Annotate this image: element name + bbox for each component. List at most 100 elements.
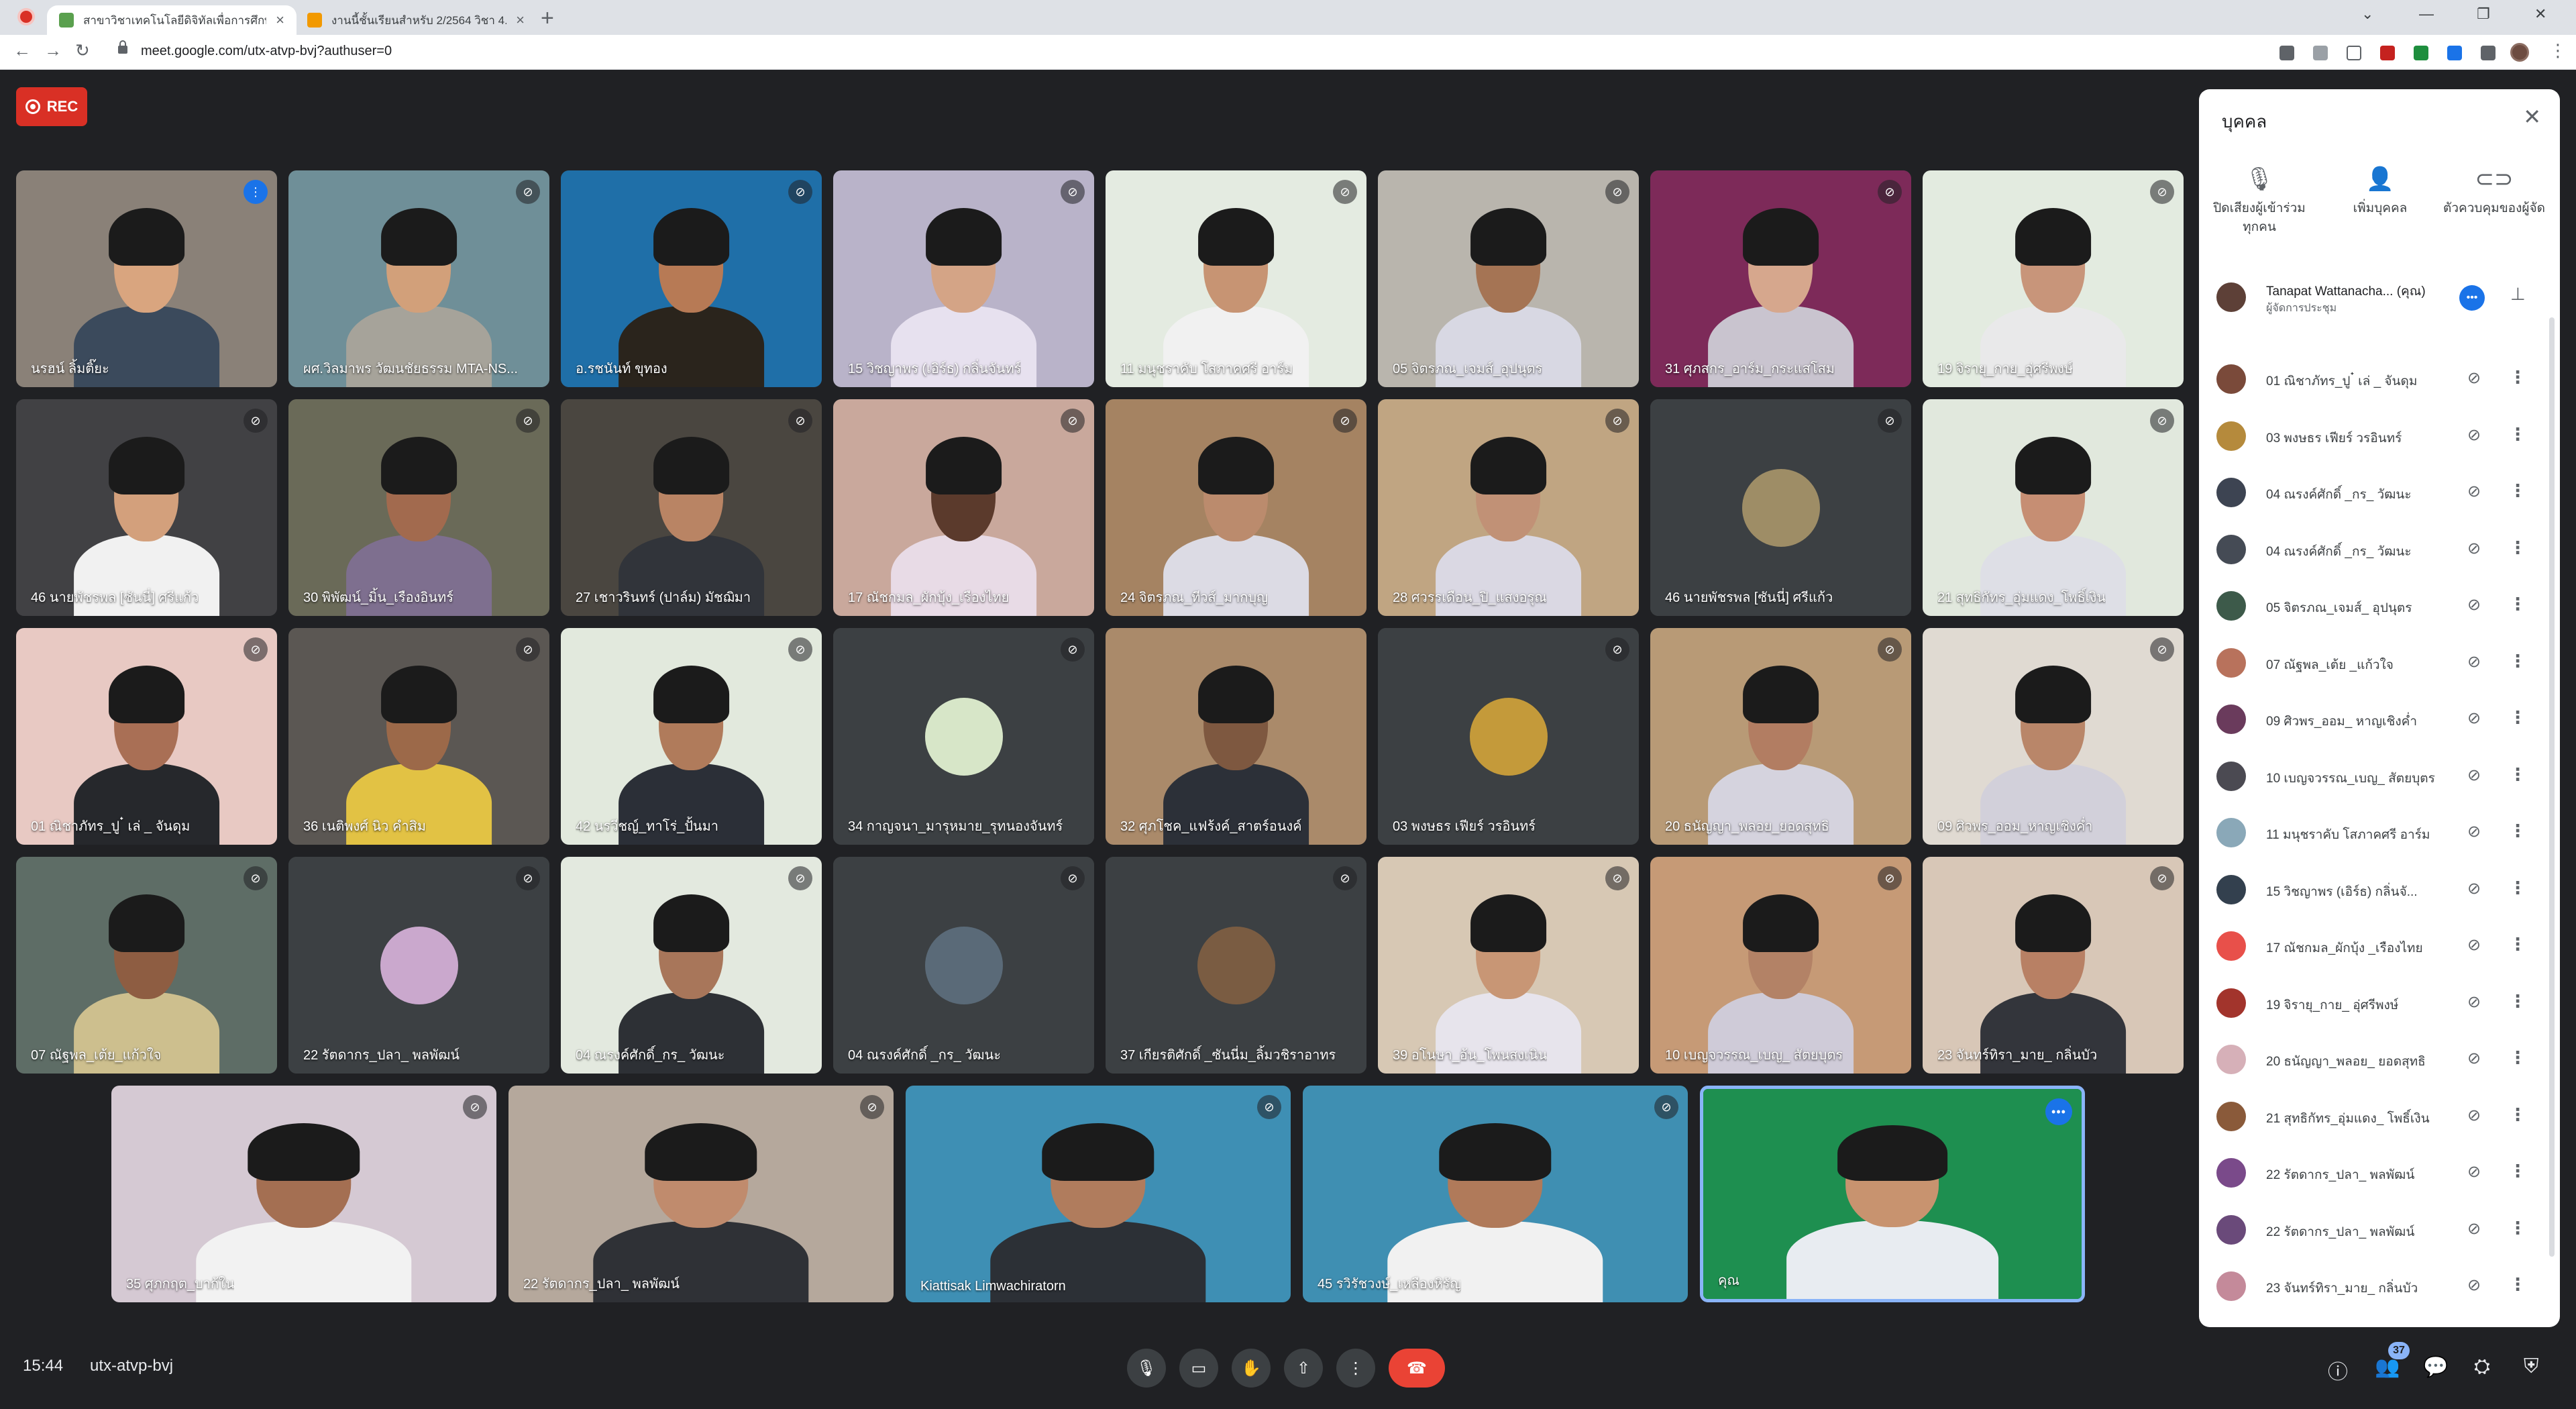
more-vert-icon[interactable]: ⋮ bbox=[2509, 367, 2526, 388]
more-options-icon[interactable]: ••• bbox=[2045, 1098, 2072, 1125]
mic-off-icon[interactable]: ⊘ bbox=[2467, 1162, 2481, 1182]
more-vert-icon[interactable]: ⋮ bbox=[2509, 764, 2526, 785]
mic-off-icon[interactable]: ⊘ bbox=[2467, 935, 2481, 955]
more-vert-icon[interactable]: ⋮ bbox=[2509, 1218, 2526, 1239]
browser-menu-icon[interactable]: ⋮ bbox=[2549, 40, 2567, 61]
activities-icon[interactable]: ⛭ bbox=[2474, 1355, 2490, 1378]
participant-row[interactable]: 01 ณิชาภัทร_ปู ๋ เล่ _ จันดุม ⊘ ⋮ bbox=[2199, 351, 2560, 408]
participant-tile[interactable]: ⊘ 19 จิรายุ_กาย_อุ่ศรีพงษ์ bbox=[1923, 170, 2184, 387]
participant-row[interactable]: 03 พงษธร เฟียร์ วรอินทร์ ⊘ ⋮ bbox=[2199, 408, 2560, 465]
participant-row[interactable]: 07 ณัฐพล_เต้ย _แก้วใจ ⊘ ⋮ bbox=[2199, 635, 2560, 692]
participant-row[interactable]: 11 มนุชราคับ โสภาคศรี อาร์ม ⊘ ⋮ bbox=[2199, 804, 2560, 862]
participant-row[interactable]: 04 ณรงค์ศักดิ์ _กร_ วัฒนะ ⊘ ⋮ bbox=[2199, 464, 2560, 521]
present-button[interactable]: ⇧ bbox=[1284, 1349, 1323, 1388]
more-vert-icon[interactable]: ⋮ bbox=[2509, 878, 2526, 898]
participant-tile[interactable]: ⊘ 31 ศุภสกร_อาร์ม_กระแสโสม bbox=[1650, 170, 1911, 387]
participant-row[interactable]: 09 ศิวพร_ออม_ หาญเชิงค่ำ ⊘ ⋮ bbox=[2199, 691, 2560, 748]
more-vert-icon[interactable]: ⋮ bbox=[2509, 991, 2526, 1012]
participant-tile[interactable]: ⊘ 37 เกียรติศักดิ์ _ซันนี่ม_ลิ้มวชิราอาทร bbox=[1106, 857, 1366, 1074]
participant-tile[interactable]: ⊘ 46 นายพัชรพล [ซันนี่] ศรีแก้ว bbox=[16, 399, 277, 616]
more-vert-icon[interactable]: ⋮ bbox=[2509, 821, 2526, 841]
close-window-icon[interactable]: ✕ bbox=[2534, 5, 2546, 23]
mic-off-icon[interactable]: ⊘ bbox=[2467, 539, 2481, 558]
participant-row[interactable]: 22 รัตดากร_ปลา_ พลพัฒน์ ⊘ ⋮ bbox=[2199, 1145, 2560, 1202]
meeting-code[interactable]: utx-atvp-bvj bbox=[90, 1357, 173, 1375]
participant-row[interactable]: 22 รัตดากร_ปลา_ พลพัฒน์ ⊘ ⋮ bbox=[2199, 1202, 2560, 1259]
mic-off-icon[interactable]: ⊘ bbox=[2467, 1106, 2481, 1125]
mic-off-icon[interactable]: ⊘ bbox=[2467, 822, 2481, 841]
participant-tile[interactable]: ⊘ 07 ณัฐพล_เต้ย_แก้วใจ bbox=[16, 857, 277, 1074]
participant-tile[interactable]: ••• คุณ bbox=[1700, 1086, 2085, 1302]
tab-search-icon[interactable]: ⌄ bbox=[2361, 5, 2373, 23]
participant-row[interactable]: 20 ธนัญญา_พลอย_ ยอดสุทธิ ⊘ ⋮ bbox=[2199, 1031, 2560, 1088]
tab-classroom[interactable]: งานนี้ชั้นเรียนสำหรับ 2/2564 วิชา 4... × bbox=[295, 5, 537, 35]
mic-off-icon[interactable]: ⊘ bbox=[2467, 766, 2481, 785]
participant-row[interactable]: 05 จิตรภณ_เจมส์_ อุปนุตร ⊘ ⋮ bbox=[2199, 578, 2560, 635]
participant-row[interactable]: 24 จิตรภณ_ทีวส์_มากบุญ⊘⋮ bbox=[2199, 1315, 2560, 1328]
participant-row[interactable]: 17 ณัชกมล_ผักบุ้ง _เรืองไทย ⊘ ⋮ bbox=[2199, 918, 2560, 975]
participant-tile[interactable]: ⊘ 05 จิตรภณ_เจมส์_อุปนุตร bbox=[1378, 170, 1639, 387]
more-vert-icon[interactable]: ⋮ bbox=[2509, 537, 2526, 558]
mic-off-icon[interactable]: ⊘ bbox=[2467, 595, 2481, 615]
mic-off-icon[interactable]: ⊘ bbox=[2467, 425, 2481, 445]
participant-tile[interactable]: ⊘ 34 กาญจนา_มารุหมาย_รุทนองจันทร์ bbox=[833, 628, 1094, 845]
camera-button[interactable]: ▭ bbox=[1179, 1349, 1218, 1388]
mic-off-icon[interactable]: ⊘ bbox=[2467, 879, 2481, 898]
add-people-button[interactable]: 👤 เพิ่มบุคคล bbox=[2326, 168, 2434, 218]
participant-tile[interactable]: ⊘ 10 เบญจวรรณ_เบญ_ สัตยบุตร bbox=[1650, 857, 1911, 1074]
participant-tile[interactable]: ⊘ 35 ศุภกฤต_บาก้ใน bbox=[111, 1086, 496, 1302]
more-vert-icon[interactable]: ⋮ bbox=[2509, 1104, 2526, 1125]
participant-tile[interactable]: ⊘ 24 จิตรภณ_ทีวส์_มากบุญ bbox=[1106, 399, 1366, 616]
camera-icon[interactable] bbox=[2279, 46, 2294, 60]
participant-tile[interactable]: ⊘ 22 รัตดากร_ปลา_ พลพัฒน์ bbox=[288, 857, 549, 1074]
mic-off-icon[interactable]: ⊘ bbox=[2467, 652, 2481, 672]
puzzle-icon[interactable] bbox=[2481, 46, 2496, 60]
more-options-icon[interactable]: ••• bbox=[2459, 285, 2485, 311]
more-vert-icon[interactable]: ⋮ bbox=[2509, 1161, 2526, 1182]
more-vert-icon[interactable]: ⋮ bbox=[2509, 651, 2526, 672]
host-row[interactable]: Tanapat Wattanacha... (คุณ) ผู้จัดการประ… bbox=[2199, 269, 2560, 326]
participant-tile[interactable]: ⊘ 22 รัตดากร_ปลา_ พลพัฒน์ bbox=[508, 1086, 894, 1302]
panel-scrollbar[interactable] bbox=[2549, 317, 2555, 1257]
participant-row[interactable]: 10 เบญจวรรณ_เบญ_ สัตยบุตร ⊘ ⋮ bbox=[2199, 748, 2560, 805]
participant-tile[interactable]: ⊘ 03 พงษธร เฟียร์ วรอินทร์ bbox=[1378, 628, 1639, 845]
bookmark-star-icon[interactable] bbox=[2347, 46, 2361, 60]
participant-tile[interactable]: ⊘ อ.รชนันท์ ขุทอง bbox=[561, 170, 822, 387]
participant-row[interactable]: 21 สุทธิกัทร_อุ่มแดง_ โพธิ์เงิน ⊘ ⋮ bbox=[2199, 1088, 2560, 1145]
participant-row[interactable]: 04 ณรงค์ศักดิ์ _กร_ วัฒนะ ⊘ ⋮ bbox=[2199, 521, 2560, 578]
forward-icon[interactable]: → bbox=[44, 40, 62, 61]
participant-tile[interactable]: ⊘ 28 ศวรรเดือน_ปิ_แสงอรุณ bbox=[1378, 399, 1639, 616]
participant-tile[interactable]: ⊘ 23 จันทร์ทิรา_มาย_ กลิ่นบัว bbox=[1923, 857, 2184, 1074]
back-icon[interactable]: ← bbox=[13, 40, 31, 61]
participant-tile[interactable]: ⊘ 30 พิพัฒน์_มิ้น_เรืองอินทร์ bbox=[288, 399, 549, 616]
restore-icon[interactable]: ❐ bbox=[2477, 5, 2490, 23]
reload-icon[interactable]: ↻ bbox=[75, 40, 90, 61]
participant-tile[interactable]: ⊘ 01 ณิชาภัทร_ปู ๋ เล่ _ จันดุม bbox=[16, 628, 277, 845]
drive-extension-icon[interactable] bbox=[2414, 46, 2428, 60]
participant-tile[interactable]: 32 ศุภโชค_แฟร้งค์_สาตร์อนงค์ bbox=[1106, 628, 1366, 845]
chat-icon[interactable]: 💬 bbox=[2423, 1355, 2448, 1379]
participant-tile[interactable]: ⊘ ผศ.วิลมาพร วัฒนชัยธรรม MTA-NS... bbox=[288, 170, 549, 387]
participant-tile[interactable]: ⊘ 42 นรวีชญ์_ทาโร่_ปั้นมา bbox=[561, 628, 822, 845]
mute-all-button[interactable]: 🎙 ปิดเสียงผู้เข้าร่วมทุกคน bbox=[2206, 168, 2313, 237]
more-vert-icon[interactable]: ⋮ bbox=[2509, 1047, 2526, 1068]
address-bar[interactable]: meet.google.com/utx-atvp-bvj?authuser=0 bbox=[141, 44, 392, 59]
participant-row[interactable]: 15 วิชญาพร (เอิร์ธ) กลิ่นจั... ⊘ ⋮ bbox=[2199, 862, 2560, 919]
more-vert-icon[interactable]: ⋮ bbox=[2509, 707, 2526, 728]
participant-row[interactable]: 19 จิรายุ_กาย_ อุ่ศรีพงษ์ ⊘ ⋮ bbox=[2199, 975, 2560, 1032]
more-vert-icon[interactable]: ⋮ bbox=[2509, 480, 2526, 501]
share-icon[interactable] bbox=[2313, 46, 2328, 60]
mic-off-icon[interactable]: ⊘ bbox=[2467, 1219, 2481, 1239]
new-tab-icon[interactable]: + bbox=[541, 7, 554, 30]
host-controls-icon[interactable]: ⛨ bbox=[2524, 1355, 2539, 1378]
participant-tile[interactable]: ⊘ 27 เชาวรินทร์ (ปาล์ม) มัชฌิมา bbox=[561, 399, 822, 616]
participant-tile[interactable]: ⊘ 11 มนุชราคับ โสภาคศรี อาร์ม bbox=[1106, 170, 1366, 387]
participant-tile[interactable]: ⊘ 39 อโนษา_อ้น_โพนสงเนิน bbox=[1378, 857, 1639, 1074]
more-vert-icon[interactable]: ⋮ bbox=[2509, 1274, 2526, 1295]
participant-tile[interactable]: ⊘ 20 ธนัญญา_พลอย_ยอดสุทธิ bbox=[1650, 628, 1911, 845]
participant-tile[interactable]: ⊘ 15 วิชญาพร (เอิร์ธ) กลิ่นจันทร์ bbox=[833, 170, 1094, 387]
participant-tile[interactable]: ⊘ Kiattisak Limwachiratorn bbox=[906, 1086, 1291, 1302]
extension-icon[interactable] bbox=[2447, 46, 2462, 60]
mic-off-icon[interactable]: ⊘ bbox=[2467, 482, 2481, 501]
participant-tile[interactable]: ⋮ นรฮน์ ลิ้มติ๊ยะ bbox=[16, 170, 277, 387]
